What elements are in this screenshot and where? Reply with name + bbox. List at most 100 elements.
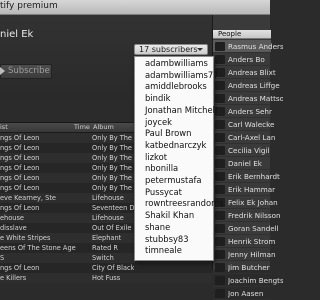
track-artist: ngs Of Leon (0, 134, 40, 142)
subscriber-item[interactable]: adambwilliams (145, 58, 208, 69)
avatar (215, 211, 225, 220)
track-artist: eve Kearney, Ste (0, 194, 56, 202)
person-item[interactable]: Daniel Ek (213, 157, 271, 170)
track-album: Only By The N (92, 184, 134, 192)
person-name: Carl-Axel Lan (228, 133, 276, 142)
avatar (215, 120, 225, 129)
track-album: Switch (92, 254, 114, 262)
subscriber-item[interactable]: rowntreesrandoms (145, 198, 224, 209)
people-header: People (213, 30, 271, 39)
avatar (215, 172, 225, 181)
track-artist: ngs Of Leon (0, 144, 40, 152)
subscriber-item[interactable]: lizkot (145, 152, 167, 163)
subscribers-list: adambwilliams adambwilliams77 amiddlebrook… (134, 56, 224, 261)
avatar (215, 250, 225, 259)
play-icon (0, 67, 5, 75)
avatar (215, 133, 225, 142)
track-artist: ngs Of Leon (0, 164, 40, 172)
track-artist: S (0, 254, 5, 262)
track-artist: ngs Of Leon (0, 184, 40, 192)
subscriber-item[interactable]: stubbsy83 (145, 234, 189, 245)
person-name: Anders Sehr (228, 107, 272, 116)
track-album: Lifehouse (92, 214, 124, 222)
person-item[interactable]: Erik Bernhardt (213, 170, 280, 183)
subscribe-button[interactable]: Subscribe (0, 64, 52, 79)
track-album: Rated R (92, 244, 118, 252)
person-item[interactable]: Joachim Bengts (213, 274, 283, 287)
person-name: Goran Sandell (228, 224, 279, 233)
avatar (215, 224, 225, 233)
subscriber-item[interactable]: katbednarczyk (145, 140, 206, 151)
subscriber-item[interactable]: amiddlebrooks (145, 81, 207, 92)
column-time[interactable]: Time (74, 123, 90, 132)
person-name: Cecilia Vigil (228, 146, 270, 155)
subscriber-item[interactable]: joycek (145, 117, 172, 128)
profile-name: niel Ek (0, 29, 34, 40)
track-album: Only By The N (92, 164, 134, 172)
avatar (215, 94, 225, 103)
person-name: Felix Ek Johan (228, 198, 278, 207)
window-title: tify premium (0, 1, 58, 11)
person-name: Carl Walecke (228, 120, 275, 129)
person-item[interactable]: Anders Sehr (213, 105, 272, 118)
person-name: Erik Bernhardt (228, 172, 280, 181)
subscriber-item[interactable]: adambwilliams77 (145, 70, 219, 81)
track-album: Only By The N (92, 174, 134, 182)
table-row[interactable]: ngs Of Leon City Of Black & White (0, 263, 212, 273)
track-artist: disslave (0, 224, 27, 232)
person-item[interactable]: Carl Walecke (213, 118, 274, 131)
person-name: Daniel Ek (228, 159, 262, 168)
person-item[interactable]: Anders Bo (213, 53, 271, 66)
person-item[interactable]: Jim Butcher (213, 261, 271, 274)
subscribe-label: Subscribe (8, 66, 50, 76)
person-item[interactable]: Fredrik Nilsson (213, 209, 281, 222)
person-item[interactable]: Carl-Axel Lan (213, 131, 275, 144)
person-name: Andreas Liffge (228, 81, 280, 90)
table-row[interactable]: e Killers Hot Fuss (0, 273, 212, 283)
person-item[interactable]: Cecilia Vigil (213, 144, 271, 157)
person-item[interactable]: Jenny Hilman (213, 248, 276, 261)
subscriber-item[interactable]: timneale (145, 245, 182, 256)
track-artist: eens Of The Stone Age (0, 244, 76, 252)
track-album: Seventeen Day (92, 204, 134, 212)
subscriber-item[interactable]: Pussycat (145, 187, 182, 198)
avatar (215, 289, 225, 298)
track-artist: e White Stripes (0, 234, 51, 242)
subscriber-item[interactable]: Jonathan Mitchell (145, 105, 217, 116)
subscriber-item[interactable]: bindik (145, 93, 170, 104)
person-item[interactable]: Andreas Liffge (213, 79, 280, 92)
track-album: Hot Fuss (92, 274, 121, 282)
subscriber-item[interactable]: nbonilla (145, 163, 178, 174)
person-name: Rasmus Andersson (228, 42, 283, 51)
subscribers-dropdown-button[interactable]: 17 subscribers (134, 44, 208, 55)
person-item[interactable]: Andreas Blixt (213, 66, 276, 79)
column-album[interactable]: Album (93, 123, 114, 132)
person-item[interactable]: Goran Sandell (213, 222, 279, 235)
subscriber-item[interactable]: Shakil Khan (145, 210, 194, 221)
avatar (215, 81, 225, 90)
track-album: City Of Black & White (92, 264, 134, 272)
column-artist[interactable]: ist (0, 123, 8, 132)
person-name: Joachim Bengts (228, 276, 283, 285)
person-item[interactable]: Jon Aasen (213, 287, 271, 300)
person-name: Jenny Hilman (228, 250, 276, 259)
person-item[interactable]: Rasmus Andersson (213, 40, 283, 53)
track-album: Only By The N (92, 154, 134, 162)
person-name: Jon Aasen (228, 289, 264, 298)
avatar (215, 159, 225, 168)
track-album: Only By The N (92, 144, 134, 152)
subscriber-item[interactable]: Paul Brown (145, 128, 191, 139)
subscriber-item[interactable]: shane (145, 222, 170, 233)
track-album: Lifehouse (92, 194, 124, 202)
track-album: Elephant (92, 234, 122, 242)
person-item[interactable]: Andreas Mattson (213, 92, 283, 105)
person-item[interactable]: Henrik Strom (213, 235, 275, 248)
person-item[interactable]: Erik Hammar (213, 183, 275, 196)
people-panel: People Rasmus Andersson Anders Bo Andreas … (212, 15, 283, 300)
track-artist: ngs Of Leon (0, 264, 40, 272)
subscriber-item[interactable]: petermustafa (145, 175, 202, 186)
person-name: Jim Butcher (228, 263, 270, 272)
avatar (215, 42, 225, 51)
avatar (215, 55, 225, 64)
title-bar: tify premium (0, 0, 270, 15)
